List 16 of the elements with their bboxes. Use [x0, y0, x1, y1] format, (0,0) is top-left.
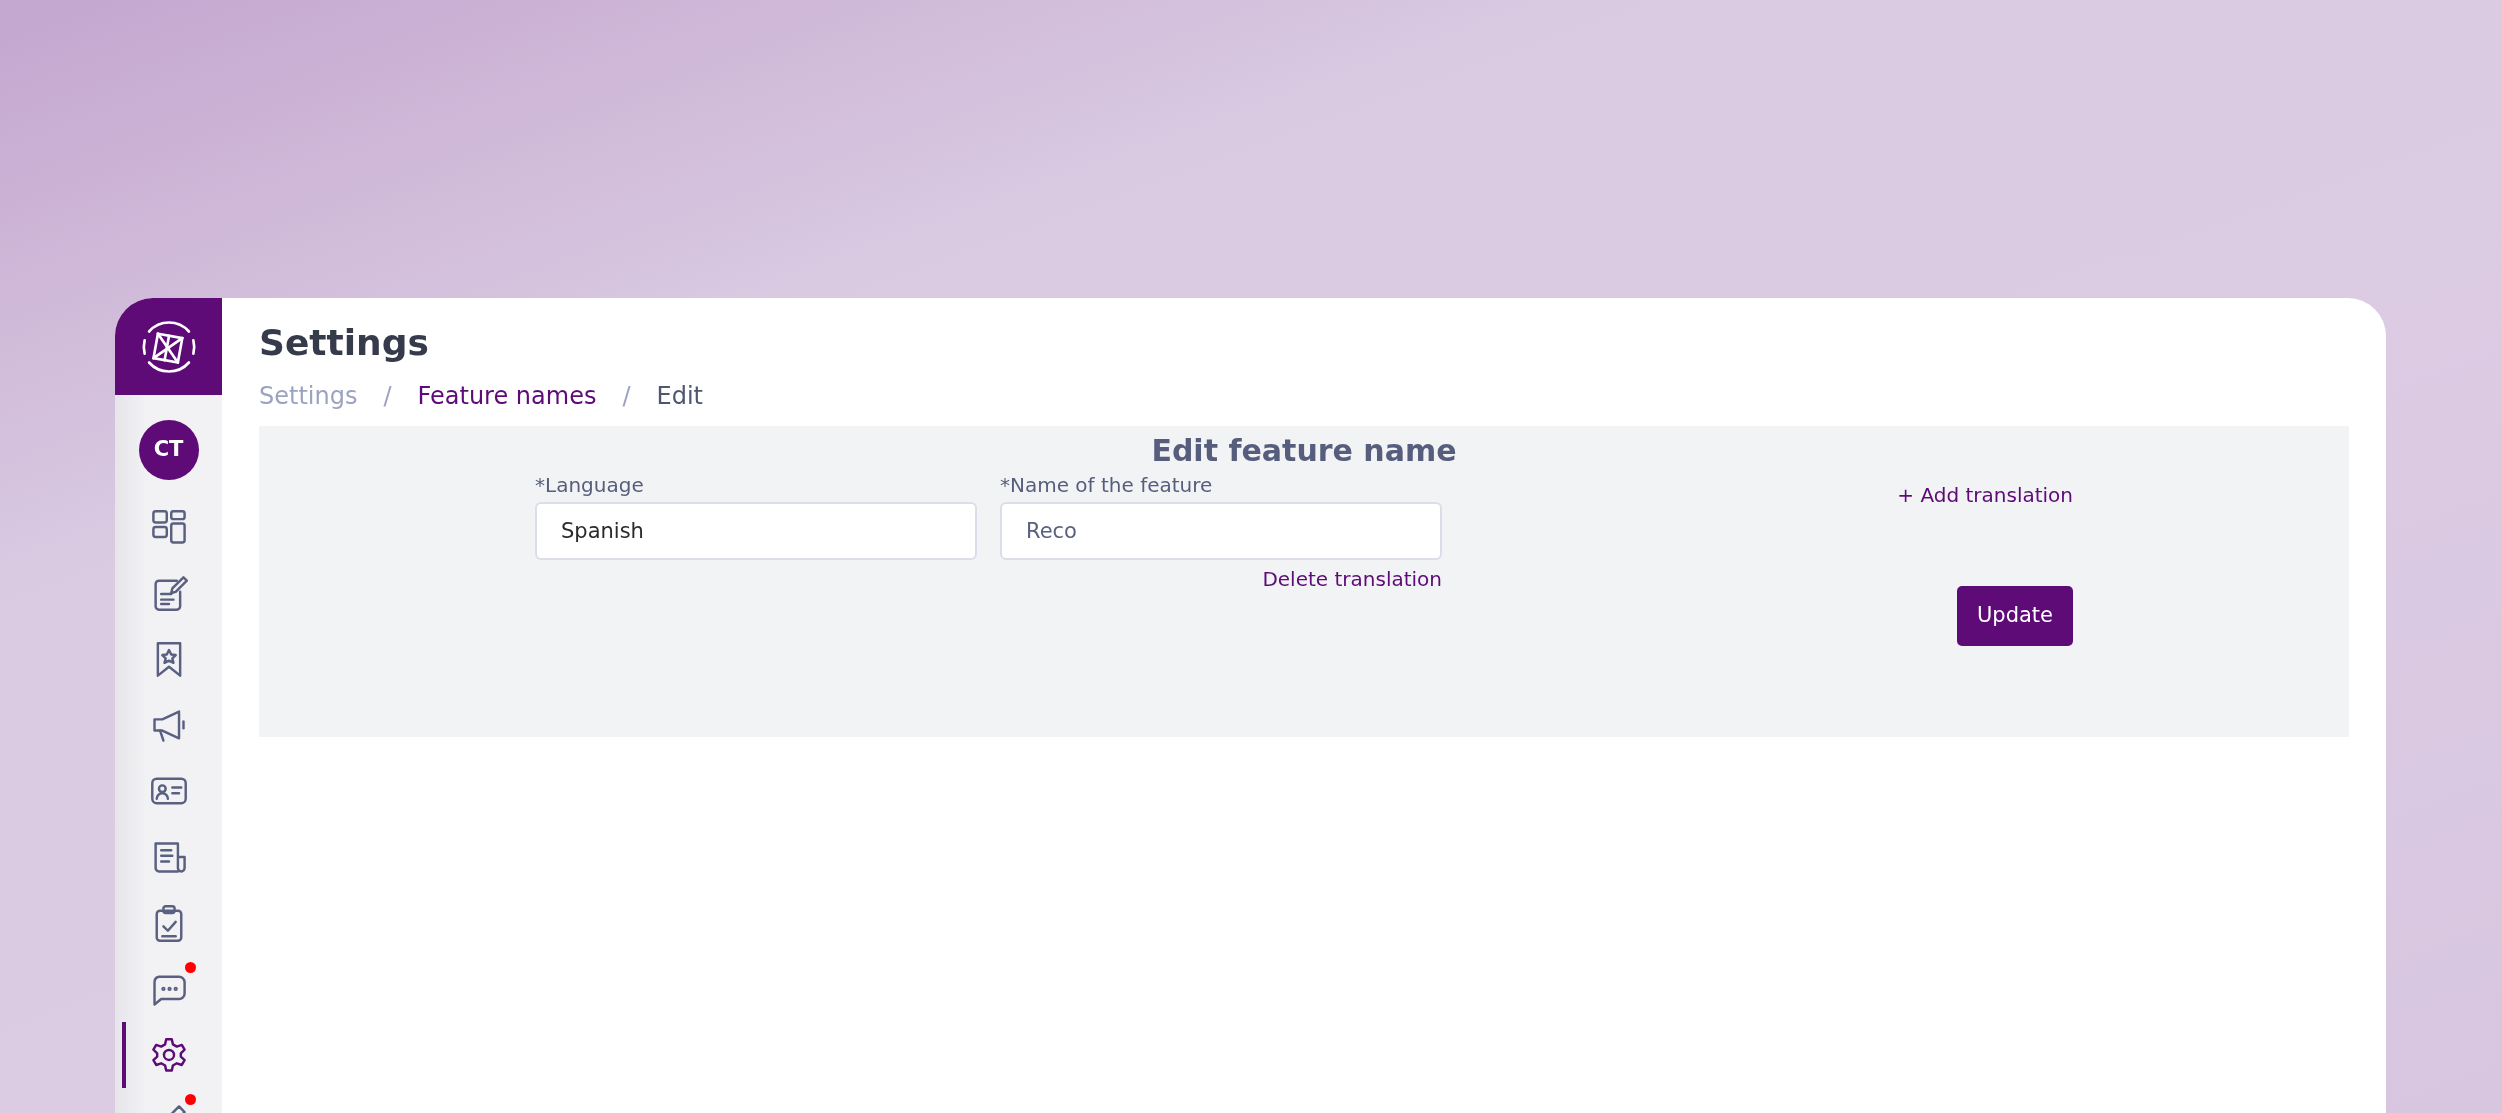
breadcrumb-link[interactable]: Feature names — [417, 380, 597, 412]
update-button[interactable]: Update — [1956, 586, 2073, 646]
feature-name-field[interactable]: Reco — [1000, 502, 1442, 560]
breadcrumb-separator: / — [383, 380, 392, 412]
user-avatar[interactable]: CT — [138, 420, 199, 480]
language-field[interactable]: Spanish — [535, 502, 977, 560]
form-title: Edit feature name — [1150, 432, 1458, 470]
field-label: *Name of the feature — [1000, 472, 1214, 499]
settings-icon[interactable] — [149, 1035, 188, 1075]
add-translation-link[interactable]: + Add translation — [1897, 480, 2073, 510]
delete-translation-link[interactable]: Delete translation — [1262, 564, 1442, 594]
page-title: Settings — [259, 321, 430, 365]
field-label: *Language — [535, 472, 645, 499]
breadcrumb-current: Edit — [656, 380, 703, 412]
dashboard-icon[interactable] — [149, 507, 188, 547]
breadcrumb-separator: / — [622, 380, 631, 412]
